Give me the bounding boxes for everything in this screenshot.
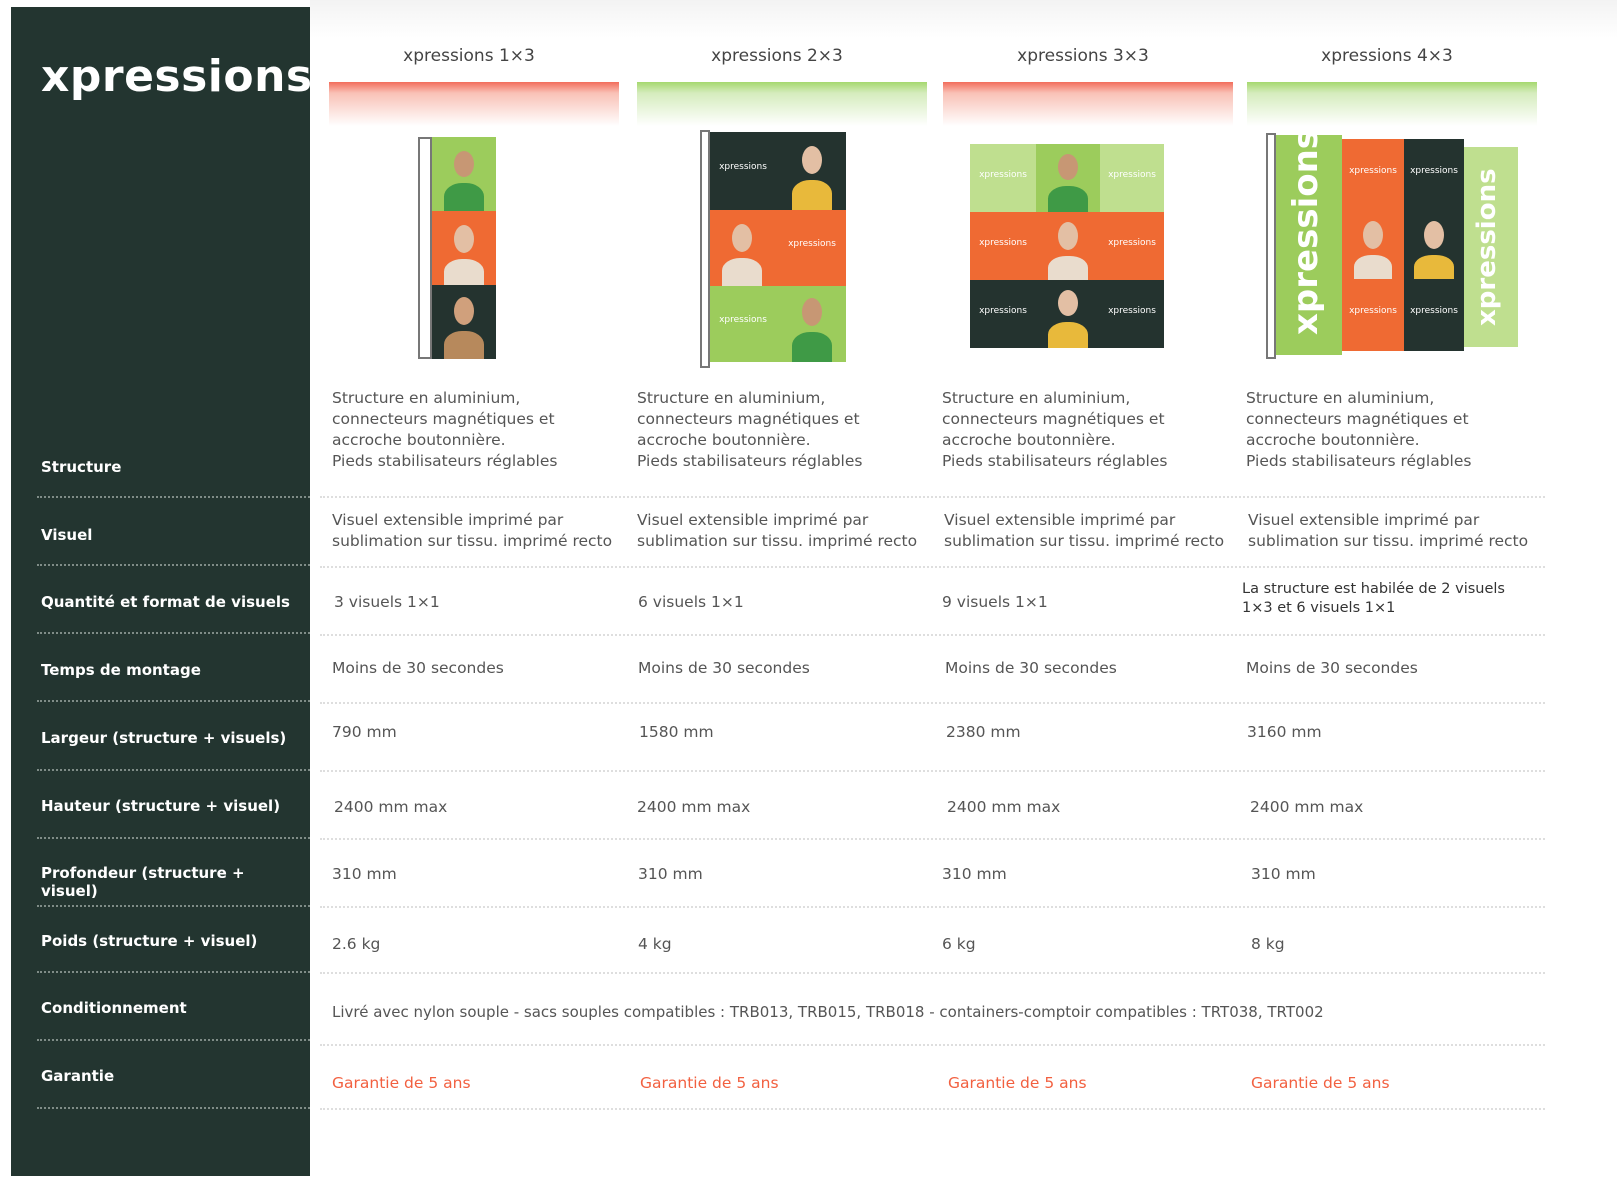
sidebar: xpressions Structure Visuel Quantité et … [11,7,313,1176]
row-divider [320,566,1545,568]
product-photo-2x3: xpressions xpressions xpressions [700,130,848,368]
divider [37,769,310,771]
visuel-2x3: Visuel extensible imprimé par sublimation… [637,511,918,550]
profondeur-4x3: 310 mm [1251,865,1316,883]
row-label-structure: Structure [41,458,122,476]
quantite-1x3: 3 visuels 1×1 [334,593,440,611]
panel-label: xpressions [719,314,767,325]
conditionnement-text: Livré avec nylon souple - sacs souples c… [332,1003,1324,1021]
garantie-1x3: Garantie de 5 ans [332,1074,471,1092]
panel-label: xpressions [1410,306,1458,317]
quantite-3x3: 9 visuels 1×1 [942,593,1048,611]
panel-label: xpressions [1349,165,1397,176]
row-label-temps: Temps de montage [41,661,201,679]
accent-bar-3x3 [943,82,1233,126]
top-band [310,0,1617,38]
divider [37,971,310,973]
garantie-4x3: Garantie de 5 ans [1251,1074,1390,1092]
divider [37,1039,310,1041]
largeur-1x3: 790 mm [332,723,397,741]
row-divider [320,1044,1545,1046]
profondeur-2x3: 310 mm [638,865,703,883]
panel-label: xpressions [979,305,1027,316]
structure-1x3: Structure en aluminium, connecteurs magné… [332,389,558,470]
visuel-4x3: Visuel extensible imprimé par sublimation… [1248,511,1529,550]
accent-bar-1x3 [329,82,619,126]
accent-bar-4x3 [1247,82,1537,126]
hauteur-2x3: 2400 mm max [637,798,751,816]
column-title-1x3: xpressions 1×3 [403,46,535,66]
visuel-3x3: Visuel extensible imprimé par sublimation… [944,511,1225,550]
panel-label: xpressions [1108,305,1156,316]
product-photo-4x3: xpressions xpressions xpressions xpressi… [1266,133,1522,359]
temps-4x3: Moins de 30 secondes [1246,659,1418,677]
structure-4x3: Structure en aluminium, connecteurs magné… [1246,389,1472,470]
column-title-2x3: xpressions 2×3 [711,46,843,66]
divider [37,632,310,634]
product-photo-3x3: xpressions xpressions xpressions xpressi… [968,140,1166,352]
row-label-conditionnement: Conditionnement [41,999,187,1017]
profondeur-3x3: 310 mm [942,865,1007,883]
garantie-3x3: Garantie de 5 ans [948,1074,1087,1092]
column-title-4x3: xpressions 4×3 [1321,46,1453,66]
structure-2x3: Structure en aluminium, connecteurs magné… [637,389,863,470]
row-label-hauteur: Hauteur (structure + visuel) [41,797,281,815]
hauteur-1x3: 2400 mm max [334,798,448,816]
brand-logo: xpressions [41,51,313,102]
divider [37,496,310,498]
panel-label: xpressions [1108,237,1156,248]
garantie-2x3: Garantie de 5 ans [640,1074,779,1092]
poids-3x3: 6 kg [942,935,976,953]
hauteur-3x3: 2400 mm max [947,798,1061,816]
structure-3x3: Structure en aluminium, connecteurs magné… [942,389,1168,470]
poids-1x3: 2.6 kg [332,935,381,953]
row-label-poids: Poids (structure + visuel) [41,932,258,950]
visuel-1x3: Visuel extensible imprimé par sublimation… [332,511,613,550]
divider [37,1107,310,1109]
hauteur-4x3: 2400 mm max [1250,798,1364,816]
row-divider [320,1108,1545,1110]
panel-label: xpressions [1410,165,1458,176]
row-divider [320,906,1545,908]
panel-label-vertical: xpressions [1472,168,1502,326]
largeur-3x3: 2380 mm [946,723,1021,741]
largeur-2x3: 1580 mm [639,723,714,741]
row-label-quantite: Quantité et format de visuels [41,593,290,611]
profondeur-1x3: 310 mm [332,865,397,883]
panel-label-vertical: xpressions [1286,135,1326,335]
temps-1x3: Moins de 30 secondes [332,659,504,677]
row-label-garantie: Garantie [41,1067,115,1085]
divider [37,837,310,839]
row-divider [320,838,1545,840]
panel-label: xpressions [788,238,836,249]
temps-3x3: Moins de 30 secondes [945,659,1117,677]
product-photo-1x3 [418,137,498,361]
poids-2x3: 4 kg [638,935,672,953]
row-label-largeur: Largeur (structure + visuels) [41,729,287,747]
divider [37,564,310,566]
panel-label: xpressions [1108,169,1156,180]
panel-label: xpressions [719,161,767,172]
panel-label: xpressions [979,169,1027,180]
row-divider [320,770,1545,772]
quantite-4x3: La structure est habilée de 2 visuels 1×… [1242,581,1505,616]
row-label-visuel: Visuel [41,526,93,544]
row-divider [320,702,1545,704]
row-divider [320,496,1545,498]
divider [37,700,310,702]
accent-bar-2x3 [637,82,927,126]
divider [37,905,310,907]
column-title-3x3: xpressions 3×3 [1017,46,1149,66]
poids-4x3: 8 kg [1251,935,1285,953]
panel-label: xpressions [1349,306,1397,317]
quantite-2x3: 6 visuels 1×1 [638,593,744,611]
row-divider [320,972,1545,974]
row-divider [320,634,1545,636]
row-label-profondeur: Profondeur (structure + visuel) [41,864,245,900]
temps-2x3: Moins de 30 secondes [638,659,810,677]
panel-label: xpressions [979,237,1027,248]
largeur-4x3: 3160 mm [1247,723,1322,741]
